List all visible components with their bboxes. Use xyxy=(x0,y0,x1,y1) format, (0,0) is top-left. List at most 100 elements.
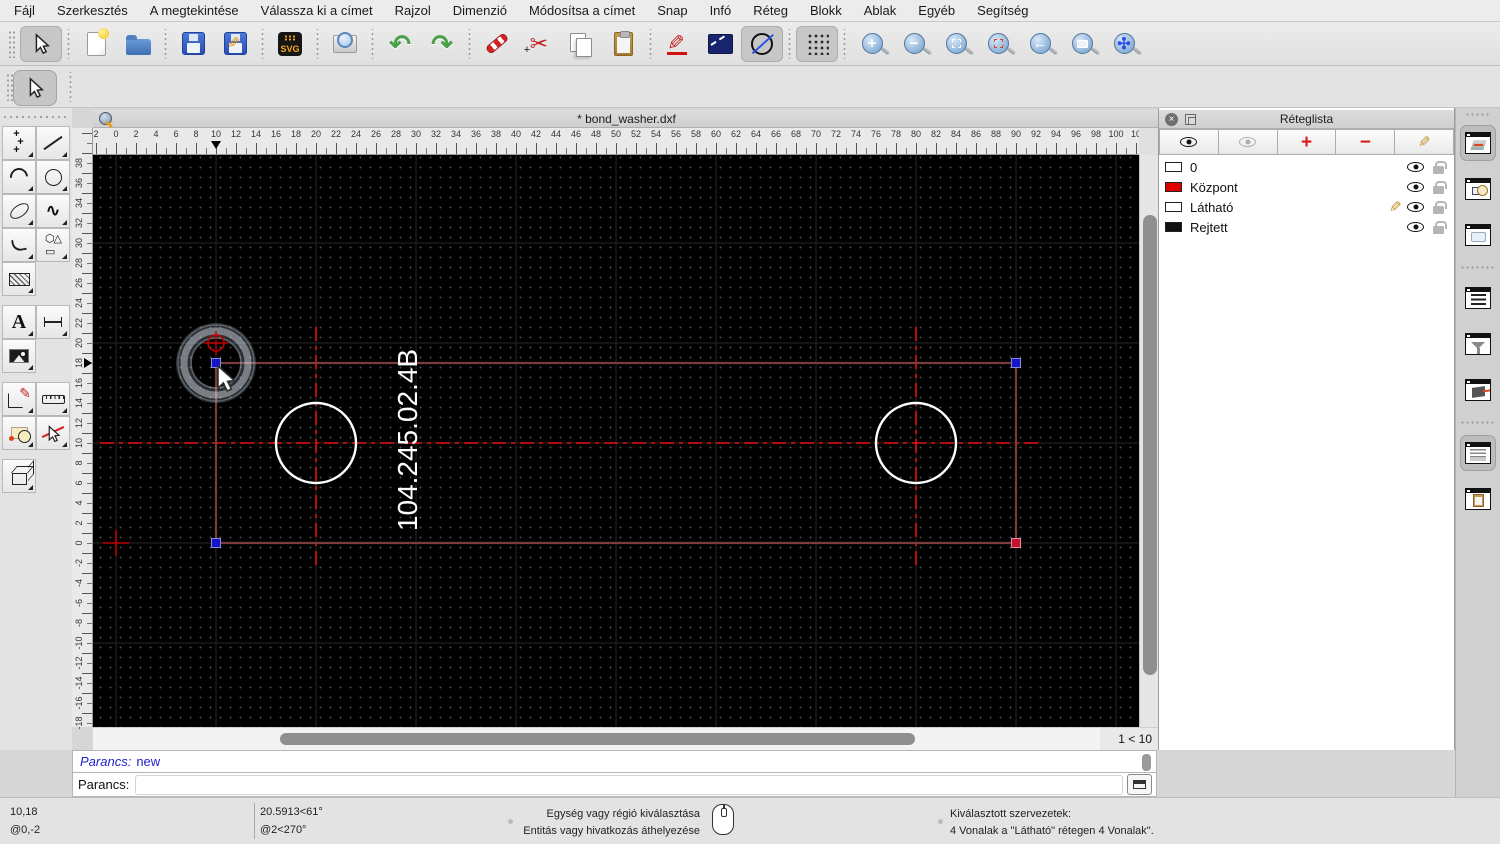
tool-polygon-button[interactable]: ⬡△ ▭ xyxy=(36,228,70,262)
zoom-pan-button[interactable]: ✣ xyxy=(1103,26,1145,62)
menu-v-lassza-ki-a-c-met[interactable]: Válassza ki a címet xyxy=(261,3,373,18)
dock-block-list-button[interactable] xyxy=(1460,171,1496,207)
tool-points-button[interactable]: + + + xyxy=(2,126,36,160)
hide-all-layers-button[interactable] xyxy=(1218,129,1278,155)
redo-button[interactable]: ↷ xyxy=(421,26,463,62)
layer-visibility-icon[interactable] xyxy=(1407,182,1424,192)
paste-button[interactable] xyxy=(602,26,644,62)
edit-layer-button[interactable]: ✎ xyxy=(1395,129,1454,155)
tool-info-button[interactable] xyxy=(2,416,36,450)
menu-szerkeszt-s[interactable]: Szerkesztés xyxy=(57,3,128,18)
command-history-scrollbar[interactable] xyxy=(1142,754,1151,771)
remove-layer-button[interactable]: − xyxy=(1336,129,1396,155)
tool-box3d-button[interactable] xyxy=(2,459,36,493)
command-input[interactable] xyxy=(135,774,1123,795)
menu-snap[interactable]: Snap xyxy=(657,3,687,18)
line-attributes-button[interactable] xyxy=(699,26,741,62)
menu-dimenzi[interactable]: Dimenzió xyxy=(453,3,507,18)
select-tool-button[interactable] xyxy=(13,70,57,106)
menu-seg-ts-g[interactable]: Segítség xyxy=(977,3,1028,18)
zoom-in-button[interactable]: + xyxy=(851,26,893,62)
tool-spline-button[interactable]: ∿ xyxy=(36,194,70,228)
layer-lock-icon[interactable] xyxy=(1433,160,1447,174)
tool-arc-button[interactable] xyxy=(2,160,36,194)
cut-button[interactable]: ✂ + xyxy=(518,26,560,62)
zoom-window-button[interactable] xyxy=(1061,26,1103,62)
new-document-button[interactable] xyxy=(75,26,117,62)
menu-blokk[interactable]: Blokk xyxy=(810,3,842,18)
horizontal-scrollbar[interactable] xyxy=(93,728,1100,750)
copy-button[interactable] xyxy=(560,26,602,62)
dock-layer-list-button[interactable] xyxy=(1460,125,1496,161)
layer-lock-icon[interactable] xyxy=(1433,200,1447,214)
v-ruler-label: -12 xyxy=(74,656,84,670)
tool-image-button[interactable] xyxy=(2,339,36,373)
dock-entity-filter-button[interactable] xyxy=(1460,326,1496,362)
vertical-scrollbar[interactable] xyxy=(1139,155,1160,727)
dock-handle[interactable] xyxy=(1465,112,1491,117)
add-layer-button[interactable]: + xyxy=(1277,129,1337,155)
open-file-button[interactable] xyxy=(117,26,159,62)
dock-clipboard-button[interactable] xyxy=(1460,481,1496,517)
menu-m-dos-tsa-a-c-met[interactable]: Módosítsa a címet xyxy=(529,3,635,18)
undo-button[interactable]: ↶ xyxy=(379,26,421,62)
layer-lock-icon[interactable] xyxy=(1433,220,1447,234)
zoom-previous-button[interactable] xyxy=(977,26,1019,62)
dock-entity-list-button[interactable] xyxy=(1460,280,1496,316)
show-all-layers-button[interactable] xyxy=(1159,129,1219,155)
drawing-window-titlebar[interactable]: * bond_washer.dxf xyxy=(93,110,1160,128)
tool-hatch-button[interactable] xyxy=(2,262,36,296)
menu-egy-b[interactable]: Egyéb xyxy=(918,3,955,18)
menu-inf[interactable]: Infó xyxy=(710,3,732,18)
menu-rajzol[interactable]: Rajzol xyxy=(395,3,431,18)
menu-r-teg[interactable]: Réteg xyxy=(753,3,788,18)
layer-row-l-that[interactable]: Látható ✎ xyxy=(1159,197,1454,217)
deselect-icon xyxy=(42,423,64,443)
v-ruler-label: 2 xyxy=(74,520,84,526)
erase-button[interactable] xyxy=(476,26,518,62)
tool-modify-button[interactable] xyxy=(2,382,36,416)
dock-library-browser-button[interactable] xyxy=(1460,217,1496,253)
tool-deselect-button[interactable] xyxy=(36,416,70,450)
layer-row-0[interactable]: 0 xyxy=(1159,157,1454,177)
dock-command-line-button[interactable] xyxy=(1460,435,1496,471)
export-svg-button[interactable]: SVG xyxy=(269,26,311,62)
tool-line-button[interactable] xyxy=(36,126,70,160)
zoom-auto-button[interactable] xyxy=(935,26,977,62)
layer-visibility-icon[interactable] xyxy=(1407,222,1424,232)
layer-lock-icon[interactable] xyxy=(1433,180,1447,194)
zoom-redraw-button[interactable]: ← xyxy=(1019,26,1061,62)
command-options-button[interactable] xyxy=(1127,774,1152,795)
layer-visibility-icon[interactable] xyxy=(1407,162,1424,172)
tool-text-button[interactable]: A xyxy=(2,305,36,339)
drawing-canvas[interactable]: 104.245.02.4B xyxy=(93,155,1139,727)
horizontal-scrollbar-thumb[interactable] xyxy=(280,733,915,745)
layer-row-k-zpont[interactable]: Központ xyxy=(1159,177,1454,197)
layer-row-rejtett[interactable]: Rejtett xyxy=(1159,217,1454,237)
pen-attributes-button[interactable] xyxy=(657,26,699,62)
menu-a-megtekint-se[interactable]: A megtekintése xyxy=(150,3,239,18)
undo-arrow-icon: ↶ xyxy=(389,28,411,59)
toolbar-handle[interactable] xyxy=(8,29,16,58)
menu-ablak[interactable]: Ablak xyxy=(864,3,897,18)
vertical-scrollbar-thumb[interactable] xyxy=(1143,215,1157,675)
menu-f-jl[interactable]: Fájl xyxy=(14,3,35,18)
tool-measure-button[interactable] xyxy=(36,382,70,416)
tool-circle-button[interactable] xyxy=(36,160,70,194)
tool-dimension-button[interactable] xyxy=(36,305,70,339)
circle-attributes-button[interactable] xyxy=(741,25,783,62)
zoom-out-button[interactable]: − xyxy=(893,26,935,62)
tool-ellipse-button[interactable] xyxy=(2,194,36,228)
v-ruler-label: 26 xyxy=(74,278,84,289)
print-preview-button[interactable] xyxy=(324,26,366,62)
open-folder-icon xyxy=(125,34,151,55)
dock-projection-button[interactable] xyxy=(1460,372,1496,408)
select-arrow-button[interactable] xyxy=(20,25,62,62)
snap-grid-button[interactable] xyxy=(796,25,838,62)
workspace: + ++ ∿⬡△▭A 38363432302826242220181614121… xyxy=(0,108,1500,798)
tool-polyline-button[interactable] xyxy=(2,228,36,262)
save-button[interactable] xyxy=(172,26,214,62)
layer-visibility-icon[interactable] xyxy=(1407,202,1424,212)
palette-handle[interactable] xyxy=(2,114,68,120)
save-as-button[interactable] xyxy=(214,26,256,62)
